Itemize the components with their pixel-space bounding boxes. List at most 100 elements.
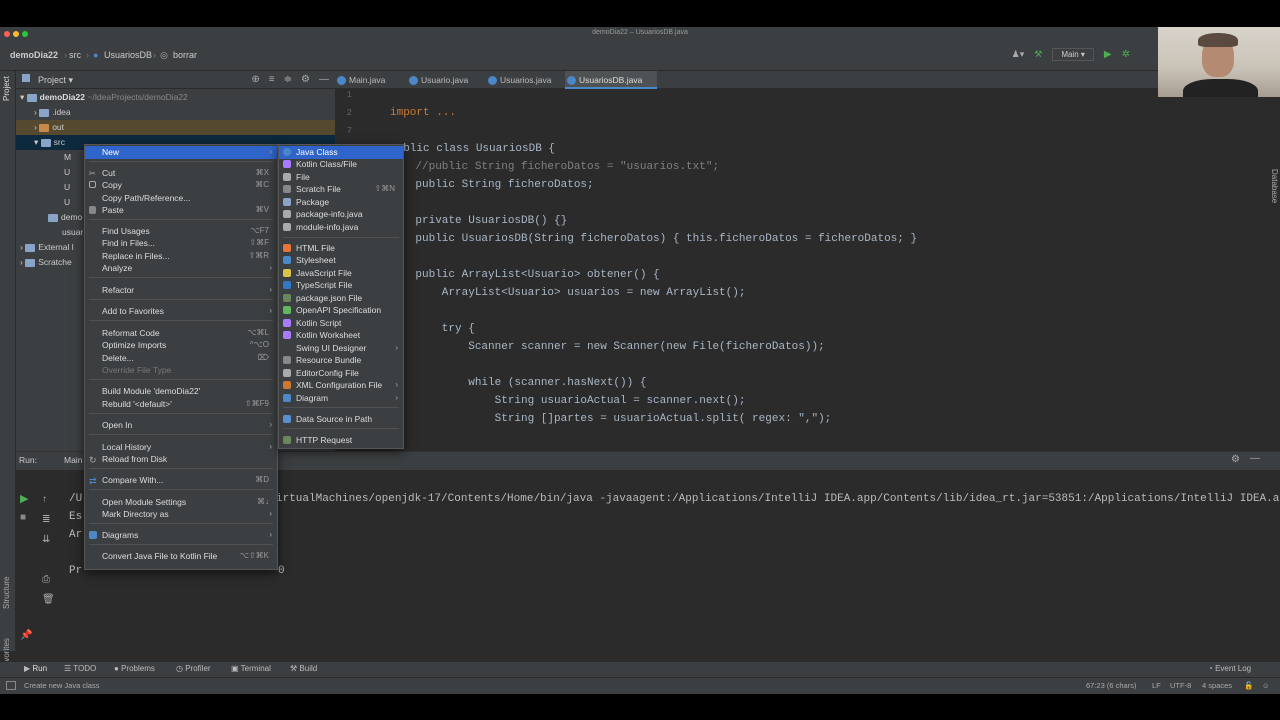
submenu-item-kotlin-worksheet[interactable]: Kotlin Worksheet (296, 329, 403, 342)
tree-item-out[interactable]: › out (34, 120, 64, 135)
debug-icon[interactable]: ✲ (1122, 49, 1130, 60)
submenu-item-file[interactable]: File (296, 171, 403, 184)
database-tool-tab[interactable]: Database (1270, 169, 1279, 203)
submenu-item-openapi[interactable]: OpenAPI Specification (296, 304, 403, 317)
menu-item-diagrams[interactable]: Diagrams › (102, 529, 277, 542)
inspection-icon[interactable]: ☺ (1262, 681, 1270, 690)
close-window-button[interactable] (4, 31, 10, 37)
minimize-window-button[interactable] (13, 31, 19, 37)
tree-item-src[interactable]: ▾ src (34, 135, 65, 150)
user-icon[interactable]: ♟▾ (1012, 49, 1025, 60)
breadcrumb-project[interactable]: demoDia22 (10, 50, 58, 60)
tab-usuarios[interactable]: Usuarios.java (486, 71, 561, 89)
panel-toggle-icon[interactable] (6, 681, 16, 690)
menu-item-analyze[interactable]: Analyze › (102, 262, 277, 275)
submenu-item-module-info[interactable]: module-info.java (296, 221, 403, 234)
menu-item-optimize-imports[interactable]: Optimize Imports ^⌥O (102, 339, 277, 352)
submenu-item-resource-bundle[interactable]: Resource Bundle (296, 354, 403, 367)
indent-setting[interactable]: 4 spaces (1202, 681, 1232, 690)
menu-item-find-usages[interactable]: Find Usages ⌥F7 (102, 225, 277, 238)
menu-item-build-module[interactable]: Build Module 'demoDia22' (102, 385, 277, 398)
structure-tool-tab[interactable]: Structure (2, 577, 11, 609)
tree-item-scratches[interactable]: › Scratche (20, 255, 72, 270)
menu-item-copy[interactable]: Copy ⌘C (102, 179, 277, 192)
bottom-tab-todo[interactable]: ☰ TODO (64, 664, 96, 673)
line-separator[interactable]: LF (1152, 681, 1161, 690)
tree-item-u1[interactable]: U (64, 165, 70, 180)
minimize-icon[interactable]: — (1250, 453, 1260, 464)
menu-item-cut[interactable]: Cut ⌘X (102, 167, 277, 180)
bottom-tab-profiler[interactable]: ◷ Profiler (176, 664, 211, 673)
menu-item-copy-path[interactable]: Copy Path/Reference... (102, 192, 277, 205)
print-icon[interactable]: ⎙ (42, 574, 50, 585)
menu-item-local-history[interactable]: Local History › (102, 441, 277, 454)
tab-usuariosdb[interactable]: UsuariosDB.java (565, 71, 657, 89)
menu-item-compare-with[interactable]: Compare With... ⌘D (102, 474, 277, 487)
submenu-item-typescript-file[interactable]: TypeScript File (296, 279, 403, 292)
caret-position[interactable]: 67:23 (6 chars) (1086, 681, 1136, 690)
bottom-tab-problems[interactable]: ● Problems (114, 664, 155, 673)
menu-item-open-module-settings[interactable]: Open Module Settings ⌘↓ (102, 496, 277, 509)
menu-item-rebuild[interactable]: Rebuild '<default>' ⇧⌘F9 (102, 398, 277, 411)
menu-item-delete[interactable]: Delete... ⌦ (102, 352, 277, 365)
submenu-item-package-info[interactable]: package-info.java (296, 208, 403, 221)
hide-icon[interactable]: — (319, 74, 329, 85)
menu-item-add-to-favorites[interactable]: Add to Favorites › (102, 305, 277, 318)
run-config-select[interactable]: Main ▾ (1052, 48, 1094, 61)
menu-item-paste[interactable]: Paste ⌘V (102, 204, 277, 217)
submenu-item-swing-ui-designer[interactable]: Swing UI Designer › (296, 342, 403, 355)
tree-item-u3[interactable]: U (64, 195, 70, 210)
tab-main[interactable]: Main.java (335, 71, 403, 89)
submenu-item-package[interactable]: Package (296, 196, 403, 209)
settings-icon[interactable]: ⚙ (301, 74, 310, 85)
menu-item-find-in-files[interactable]: Find in Files... ⇧⌘F (102, 237, 277, 250)
bottom-tab-build[interactable]: ⚒ Build (290, 664, 317, 673)
project-view-select[interactable]: Project ▾ (38, 75, 73, 86)
code-editor[interactable]: 1 2 7 import ... public class UsuariosDB… (335, 89, 1270, 451)
menu-item-mark-directory-as[interactable]: Mark Directory as › (102, 508, 277, 521)
bottom-tab-run[interactable]: ▶ Run (24, 664, 47, 673)
locate-icon[interactable]: ⊕ (251, 74, 259, 85)
settings-icon[interactable]: ⚙ (1231, 454, 1240, 465)
submenu-item-kotlin-script[interactable]: Kotlin Script (296, 317, 403, 330)
sort-icon[interactable]: ⇊ (42, 534, 50, 545)
expand-all-icon[interactable]: ≡ (269, 74, 275, 85)
submenu-item-javascript-file[interactable]: JavaScript File (296, 267, 403, 280)
menu-item-new[interactable]: New › (85, 146, 277, 159)
tree-item-demo[interactable]: demo (48, 210, 82, 225)
submenu-item-java-class[interactable]: Java Class (279, 146, 403, 159)
event-log-tab[interactable]: ◔ Event Log (1208, 664, 1251, 673)
menu-item-refactor[interactable]: Refactor › (102, 284, 277, 297)
submenu-item-html-file[interactable]: HTML File (296, 242, 403, 255)
menu-item-open-in[interactable]: Open In › (102, 419, 277, 432)
wrap-icon[interactable]: ≣ (42, 514, 50, 525)
rerun-icon[interactable]: ▶ (20, 492, 28, 505)
breadcrumb-src[interactable]: src (69, 50, 81, 60)
zoom-window-button[interactable] (22, 31, 28, 37)
submenu-item-kotlin-class[interactable]: Kotlin Class/File (296, 158, 403, 171)
file-encoding[interactable]: UTF-8 (1170, 681, 1191, 690)
menu-item-reload-from-disk[interactable]: Reload from Disk (102, 453, 277, 466)
lock-icon[interactable]: 🔓 (1244, 681, 1253, 690)
breadcrumb-file[interactable]: UsuariosDB (104, 50, 152, 60)
breadcrumb-method[interactable]: borrar (173, 50, 197, 60)
submenu-item-data-source[interactable]: Data Source in Path (296, 413, 403, 426)
collapse-all-icon[interactable]: ≑ (284, 74, 292, 85)
submenu-item-diagram[interactable]: Diagram › (296, 392, 403, 405)
tree-root[interactable]: ▾ demoDia22 ~/IdeaProjects/demoDia22 (20, 90, 188, 105)
bottom-tab-terminal[interactable]: ▣ Terminal (231, 664, 271, 673)
trash-icon[interactable]: 🗑 (42, 594, 55, 605)
submenu-item-scratch-file[interactable]: Scratch File ⇧⌘N (296, 183, 403, 196)
scroll-up-icon[interactable]: ↑ (42, 494, 47, 505)
tree-item-main[interactable]: M (64, 150, 71, 165)
pin-icon[interactable]: 📌 (20, 630, 32, 641)
tab-usuario[interactable]: Usuario.java (407, 71, 475, 89)
tree-item-u2[interactable]: U (64, 180, 70, 195)
submenu-item-http-request[interactable]: HTTP Request (296, 434, 403, 447)
project-tool-tab[interactable]: Project (2, 76, 11, 101)
submenu-item-xml-config[interactable]: XML Configuration File › (296, 379, 403, 392)
build-hammer-icon[interactable]: ⚒ (1034, 49, 1042, 60)
run-tab-main[interactable]: Main (64, 455, 82, 465)
run-icon[interactable]: ▶ (1104, 49, 1112, 60)
stop-icon[interactable]: ■ (20, 512, 26, 523)
